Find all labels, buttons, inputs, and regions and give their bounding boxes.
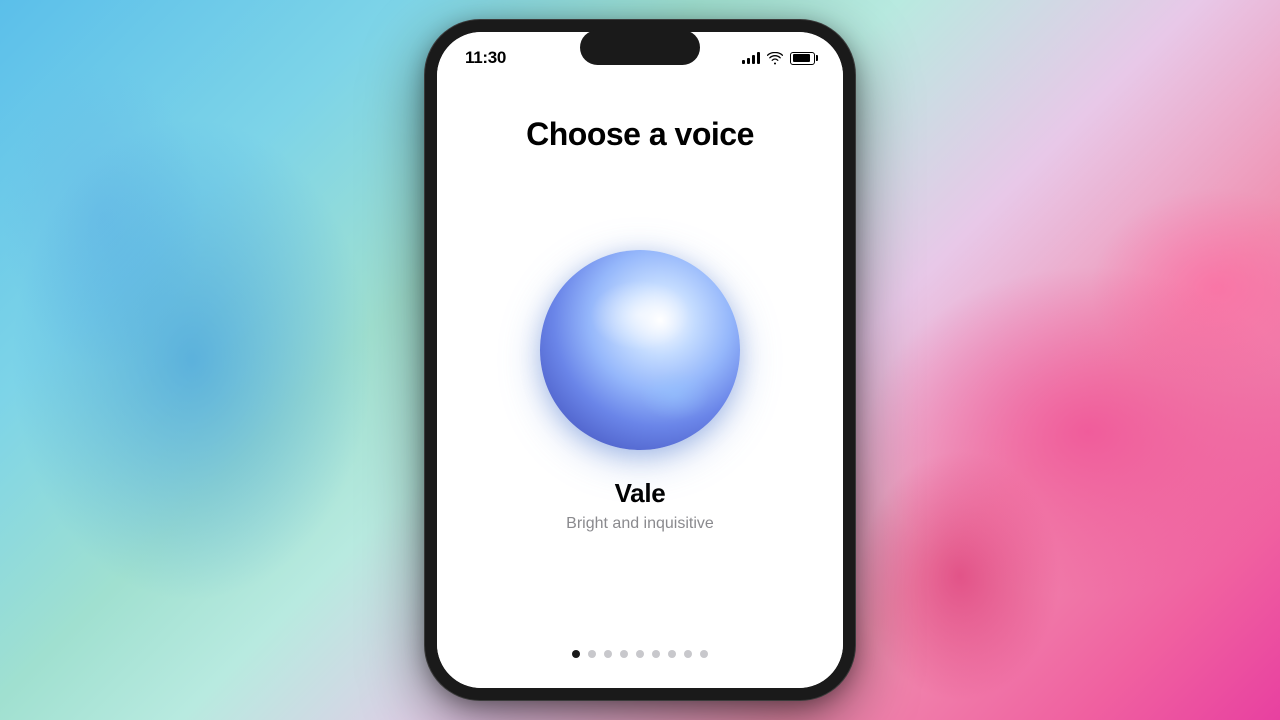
dot-8[interactable] xyxy=(684,650,692,658)
battery-fill xyxy=(793,54,810,62)
phone-screen: 11:30 xyxy=(437,32,843,688)
voice-orb[interactable] xyxy=(540,250,740,450)
dot-6[interactable] xyxy=(652,650,660,658)
battery-icon xyxy=(790,52,815,65)
status-icons xyxy=(742,52,815,65)
dot-2[interactable] xyxy=(588,650,596,658)
pagination-dots xyxy=(572,650,708,668)
page-title: Choose a voice xyxy=(526,116,754,153)
screen-content: Choose a voice Vale Bright and inquisiti… xyxy=(437,84,843,688)
phone-container: 11:30 xyxy=(425,20,855,700)
signal-icon xyxy=(742,52,760,64)
dot-5[interactable] xyxy=(636,650,644,658)
dot-1[interactable] xyxy=(572,650,580,658)
voice-description: Bright and inquisitive xyxy=(566,515,714,533)
dot-3[interactable] xyxy=(604,650,612,658)
dot-9[interactable] xyxy=(700,650,708,658)
status-time: 11:30 xyxy=(465,48,506,68)
voice-visual-container[interactable]: Vale Bright and inquisitive xyxy=(540,153,740,650)
dot-4[interactable] xyxy=(620,650,628,658)
signal-bar-2 xyxy=(747,58,750,64)
dot-7[interactable] xyxy=(668,650,676,658)
signal-bar-4 xyxy=(757,52,760,64)
dynamic-island xyxy=(580,30,700,65)
voice-name: Vale xyxy=(615,478,666,509)
wifi-icon xyxy=(767,52,783,65)
signal-bar-3 xyxy=(752,55,755,64)
phone-frame: 11:30 xyxy=(425,20,855,700)
signal-bar-1 xyxy=(742,60,745,64)
